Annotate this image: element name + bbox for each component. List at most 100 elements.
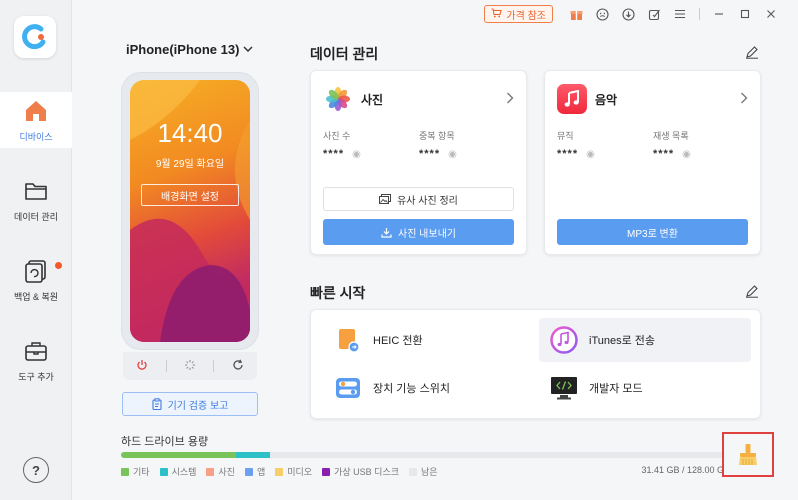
sidebar-item-backup-restore[interactable]: 백업 & 복원 [0, 252, 72, 308]
refresh-icon[interactable] [223, 359, 253, 374]
sidebar: 디바이스 데이터 관리 백업 & 복원 도구 추가 ? [0, 0, 72, 500]
itunes-icon [549, 325, 579, 355]
sidebar-item-device[interactable]: 디바이스 [0, 92, 72, 148]
export-photos-label: 사진 내보내기 [398, 228, 456, 240]
legend-swatch [159, 467, 168, 476]
developer-monitor-icon [549, 373, 579, 403]
photos-card-header[interactable]: 사진 [323, 83, 514, 115]
maximize-icon[interactable] [732, 4, 758, 24]
legend-swatch [322, 467, 331, 476]
quick-start-card: HEIC 전환 iTunes로 전송 장치 기능 스위치 개발자 모드 [310, 309, 761, 419]
close-icon[interactable] [758, 4, 784, 24]
heic-convert-label: HEIC 전환 [373, 335, 423, 347]
backup-restore-icon [25, 259, 46, 283]
device-actions-bar [123, 352, 257, 380]
music-count-value: **** [557, 148, 579, 160]
developer-mode-item[interactable]: 개발자 모드 [539, 366, 751, 410]
photo-count-stat: 사진 수 **** ◉ [323, 129, 361, 160]
download-icon[interactable] [615, 4, 641, 24]
register-icon[interactable] [641, 4, 667, 24]
menu-icon[interactable] [667, 4, 693, 24]
photo-count-value: **** [323, 148, 345, 160]
titlebar-divider [699, 8, 700, 20]
similar-photos-label: 유사 사진 정리 [397, 195, 458, 207]
duplicate-stat: 중복 항목 **** ◉ [419, 129, 457, 160]
legend-item: 미디오 [275, 465, 312, 478]
device-verify-report-button[interactable]: 기기 검증 보고 [122, 392, 258, 416]
duplicate-value: **** [419, 148, 441, 160]
edit-icon[interactable] [745, 45, 759, 62]
feedback-icon[interactable] [589, 4, 615, 24]
set-wallpaper-button[interactable]: 배경화면 설정 [141, 184, 239, 206]
music-count-stat: 뮤직 **** ◉ [557, 129, 595, 160]
storage-bar [121, 452, 731, 458]
music-card: 음악 뮤직 **** ◉ 재생 목록 **** ◉ MP3로 변환 [544, 70, 761, 255]
legend-label: 시스템 [171, 467, 197, 477]
chevron-right-icon[interactable] [740, 91, 748, 107]
similar-photos-button[interactable]: 유사 사진 정리 [323, 187, 514, 211]
photo-stack-icon [379, 194, 392, 204]
power-icon[interactable] [127, 359, 157, 374]
chevron-down-icon [243, 46, 253, 53]
clean-storage-button[interactable] [722, 432, 774, 477]
data-management-title: 데이터 관리 [310, 46, 379, 62]
notification-dot [55, 262, 62, 269]
legend-item: 남은 [409, 465, 438, 478]
help-icon: ? [32, 462, 40, 478]
convert-mp3-button[interactable]: MP3로 변환 [557, 219, 748, 245]
sidebar-item-data-management[interactable]: 데이터 관리 [0, 172, 72, 228]
storage-title: 하드 드라이브 용량 [121, 436, 209, 448]
verify-label: 기기 검증 보고 [167, 400, 229, 412]
lockscreen-date: 9월 29일 화요일 [155, 159, 225, 170]
legend-swatch [206, 467, 215, 476]
device-switch-item[interactable]: 장치 기능 스위치 [323, 366, 533, 410]
sidebar-item-add-tools[interactable]: 도구 추가 [0, 332, 72, 388]
playlist-value: **** [653, 148, 675, 160]
toolbox-icon [25, 341, 47, 361]
cart-icon [491, 8, 503, 21]
action-divider [165, 360, 167, 372]
edit-icon[interactable] [745, 284, 759, 301]
heic-convert-item[interactable]: HEIC 전환 [323, 318, 533, 362]
legend-item: 앱 [244, 465, 266, 478]
eye-icon[interactable]: ◉ [586, 149, 595, 160]
legend-label: 남은 [421, 467, 438, 477]
photos-card-title: 사진 [361, 92, 384, 107]
heic-convert-icon [333, 325, 363, 355]
minimize-icon[interactable] [706, 4, 732, 24]
price-reference-button[interactable]: 가격 참조 [484, 5, 553, 23]
price-reference-label: 가격 참조 [506, 10, 546, 22]
sidebar-item-label: 도구 추가 [18, 371, 54, 382]
duplicate-label: 중복 항목 [419, 131, 455, 141]
storage-legend: 기타 시스템 사진 앱 미디오 가상 USB 디스크 남은 [121, 465, 438, 478]
eye-icon[interactable]: ◉ [682, 149, 691, 160]
photos-card: 사진 사진 수 **** ◉ 중복 항목 **** ◉ 유사 사진 정리 사진 내보… [310, 70, 527, 255]
music-card-header[interactable]: 음악 [557, 83, 748, 115]
itunes-transfer-label: iTunes로 전송 [589, 335, 656, 347]
legend-item: 기타 [121, 465, 150, 478]
storage-segment [235, 452, 271, 458]
legend-label: 기타 [133, 467, 150, 477]
eye-icon[interactable]: ◉ [352, 149, 361, 160]
playlist-label: 재생 목록 [653, 131, 689, 141]
device-switch-label: 장치 기능 스위치 [373, 383, 450, 395]
itunes-transfer-item[interactable]: iTunes로 전송 [539, 318, 751, 362]
loading-icon[interactable] [175, 359, 205, 374]
sidebar-item-label: 백업 & 복원 [13, 291, 59, 302]
chevron-right-icon[interactable] [506, 91, 514, 107]
legend-label: 앱 [256, 467, 266, 477]
legend-label: 가상 USB 디스크 [334, 467, 400, 477]
music-card-title: 음악 [595, 92, 618, 107]
music-app-icon [557, 84, 587, 114]
gift-icon[interactable] [563, 4, 589, 24]
legend-label: 사진 [218, 467, 235, 477]
eye-icon[interactable]: ◉ [448, 149, 457, 160]
legend-swatch [244, 467, 253, 476]
help-button[interactable]: ? [23, 457, 49, 483]
photo-count-label: 사진 수 [323, 131, 351, 141]
action-divider [213, 360, 215, 372]
export-icon [381, 227, 392, 238]
device-name-label: iPhone(iPhone 13) [126, 42, 240, 57]
export-photos-button[interactable]: 사진 내보내기 [323, 219, 514, 245]
device-selector[interactable]: iPhone(iPhone 13) [126, 42, 256, 57]
